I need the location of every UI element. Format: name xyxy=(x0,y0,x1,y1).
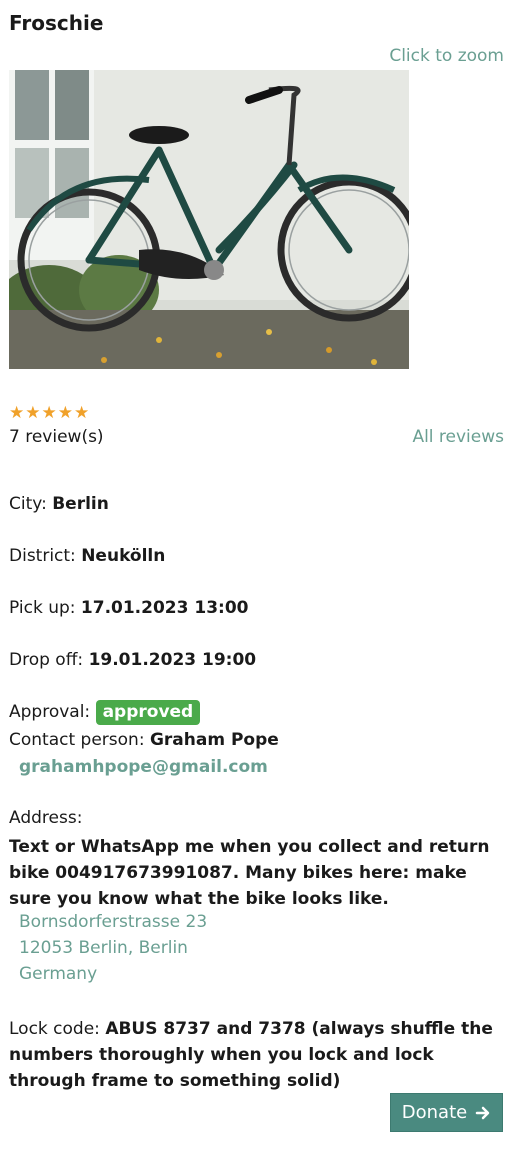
all-reviews-link[interactable]: All reviews xyxy=(412,427,504,447)
star-icon: ★ xyxy=(9,403,25,423)
donate-label: Donate xyxy=(401,1102,468,1123)
district-label: District: xyxy=(9,546,76,566)
donate-button[interactable]: Donate xyxy=(390,1093,503,1132)
contact-label: Contact person: xyxy=(9,730,145,750)
lock-code-row: Lock code: ABUS 8737 and 7378 (always sh… xyxy=(9,1016,509,1094)
district-row: District: Neukölln xyxy=(9,546,165,566)
pickup-row: Pick up: 17.01.2023 13:00 xyxy=(9,598,248,618)
city-label: City: xyxy=(9,494,47,514)
zoom-link[interactable]: Click to zoom xyxy=(389,46,504,66)
district-value: Neukölln xyxy=(81,546,166,566)
bike-photo[interactable] xyxy=(9,70,409,369)
approval-label: Approval: xyxy=(9,702,91,722)
rating-stars: ★ ★ ★ ★ ★ xyxy=(9,403,89,423)
bike-image xyxy=(9,70,409,369)
city-value: Berlin xyxy=(52,494,109,514)
dropoff-row: Drop off: 19.01.2023 19:00 xyxy=(9,650,256,670)
star-icon: ★ xyxy=(57,403,73,423)
dropoff-label: Drop off: xyxy=(9,650,84,670)
city-row: City: Berlin xyxy=(9,494,109,514)
address-note: Text or WhatsApp me when you collect and… xyxy=(9,837,490,909)
email-link[interactable]: grahamhpope@gmail.com xyxy=(19,757,268,777)
dropoff-value: 19.01.2023 19:00 xyxy=(88,650,257,670)
star-icon: ★ xyxy=(74,403,90,423)
approval-row: Approval: approved xyxy=(9,700,201,725)
star-icon: ★ xyxy=(41,403,57,423)
contact-row: Contact person: Graham Pope xyxy=(9,730,279,750)
arrow-right-icon xyxy=(475,1106,490,1119)
pickup-label: Pick up: xyxy=(9,598,76,618)
address-label: Address: xyxy=(9,808,83,828)
lock-code-label: Lock code: xyxy=(9,1019,100,1039)
star-icon: ★ xyxy=(25,403,41,423)
address-country[interactable]: Germany xyxy=(19,964,97,984)
bike-detail-page: Froschie Click to zoom ★ ★ ★ ★ ★ 7 revie… xyxy=(0,0,516,1152)
address-street[interactable]: Bornsdorferstrasse 23 xyxy=(19,912,207,932)
address-city[interactable]: 12053 Berlin, Berlin xyxy=(19,938,188,958)
status-badge: approved xyxy=(95,700,201,725)
review-count: 7 review(s) xyxy=(9,427,104,447)
pickup-value: 17.01.2023 13:00 xyxy=(80,598,249,618)
bike-title: Froschie xyxy=(9,11,104,35)
contact-name: Graham Pope xyxy=(149,730,279,750)
